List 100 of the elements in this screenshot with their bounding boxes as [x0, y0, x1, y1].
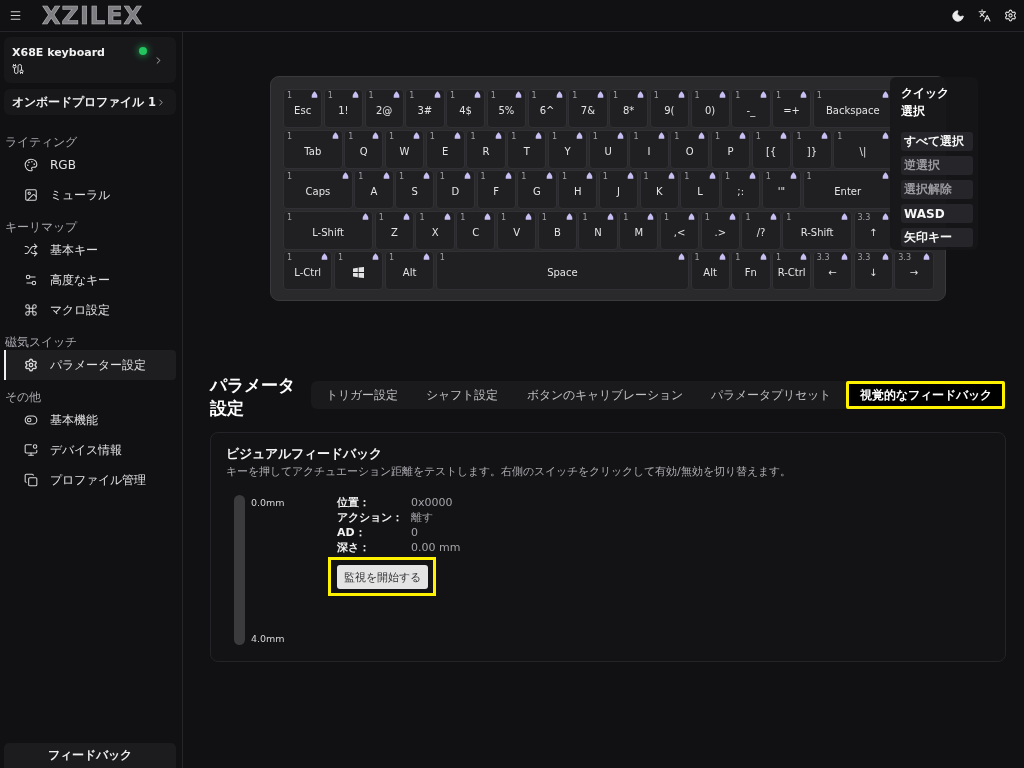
keyboard-key[interactable]: 1 F [476, 170, 516, 209]
keyboard-key[interactable]: 1 [333, 251, 384, 290]
settings-icon[interactable] [1004, 9, 1017, 22]
keyboard-key[interactable]: 1 R-Ctrl [772, 251, 812, 290]
quick-select-button[interactable]: すべて選択 [901, 132, 973, 151]
keyboard-key[interactable]: 1 Caps [283, 170, 353, 209]
keyboard-key[interactable]: 1 .> [700, 210, 740, 250]
keyboard-key[interactable]: 1 Esc [283, 89, 323, 128]
keyboard-key[interactable]: 1 H [558, 170, 598, 209]
keyboard-key[interactable]: 1 B [537, 210, 577, 250]
keyboard-key[interactable]: 1 9( [649, 89, 689, 128]
keyboard-key[interactable]: 1 6^ [527, 89, 567, 128]
keyboard-key[interactable]: 1 0) [690, 89, 730, 128]
keyboard-key[interactable]: 1 G [517, 170, 557, 209]
drop-icon [800, 91, 808, 98]
keyboard-key[interactable]: 1 ,< [659, 210, 700, 250]
keyboard-key[interactable]: 1 R [466, 129, 506, 169]
keyboard-key[interactable]: 1 N [578, 210, 618, 250]
translate-icon[interactable] [978, 9, 991, 22]
keyboard-key[interactable]: 1 Tab [283, 129, 343, 169]
keyboard-key[interactable]: 1 E [425, 129, 465, 169]
keyboard-key[interactable]: 1 L-Shift [283, 210, 374, 250]
keyboard-key[interactable]: 1 5% [486, 89, 526, 128]
keyboard-key[interactable]: 1 Y [547, 129, 588, 169]
nav-item[interactable]: パラメーター設定 [4, 350, 176, 380]
keyboard-key[interactable]: 1 Enter [802, 170, 893, 209]
keyboard-key[interactable]: 1 =+ [772, 89, 812, 128]
keyboard-key[interactable]: 1 P [710, 129, 751, 169]
keyboard-key[interactable]: 1 '" [761, 170, 802, 209]
keyboard-key[interactable]: 1 2@ [364, 89, 404, 128]
tab[interactable]: ボタンのキャリブレーション [513, 381, 696, 409]
keyboard-key[interactable]: 1 1! [323, 89, 363, 128]
nav-item[interactable]: 高度なキー [4, 265, 176, 295]
keyboard-key[interactable]: 3.3 ↑ [853, 210, 893, 250]
device-card[interactable]: X68E keyboard [4, 37, 176, 83]
moon-icon[interactable] [951, 8, 965, 23]
keyboard-key[interactable]: 1 Backspace [812, 89, 893, 128]
start-monitoring-button[interactable]: 監視を開始する [337, 565, 428, 589]
keyboard-key[interactable]: 1 3# [405, 89, 445, 128]
key-value: 1 [776, 253, 782, 263]
keyboard-key[interactable]: 1 /? [741, 210, 781, 250]
keyboard-key[interactable]: 1 V [496, 210, 537, 250]
nav-item[interactable]: 基本機能 [4, 405, 176, 435]
drop-icon [647, 212, 655, 220]
keyboard-key[interactable]: 1 8* [609, 89, 649, 128]
tab[interactable]: シャフト設定 [412, 381, 512, 409]
keyboard-key[interactable]: 1 U [588, 129, 628, 169]
keyboard-key[interactable]: 1 \| [833, 129, 893, 169]
keyboard-key[interactable]: 3.3 ↓ [853, 251, 893, 290]
nav-item[interactable]: 基本キー [4, 235, 176, 265]
tab[interactable]: パラメータプリセット [697, 381, 845, 409]
nav-item[interactable]: RGB [4, 150, 176, 180]
keyboard-key[interactable]: 1 X [415, 210, 455, 250]
keyboard-key[interactable]: 1 A [354, 170, 394, 209]
keyboard-key[interactable]: 1 C [456, 210, 496, 250]
keyboard-key[interactable]: 1 I [629, 129, 669, 169]
keyboard-key[interactable]: 1 D [435, 170, 476, 209]
quick-select-button[interactable]: 矢印キー [901, 228, 973, 247]
reading-label: アクション： [337, 510, 404, 525]
keyboard-key[interactable]: 1 Fn [731, 251, 771, 290]
keyboard-key[interactable]: 1 Space [435, 251, 689, 290]
keyboard-key[interactable]: 3.3 → [894, 251, 934, 290]
keyboard-key[interactable]: 1 4$ [446, 89, 486, 128]
nav-item[interactable]: ミューラル [4, 180, 176, 210]
key-value: 1 [480, 172, 486, 182]
keyboard-key[interactable]: 1 K [639, 170, 679, 209]
quick-select-button[interactable]: WASD [901, 204, 973, 223]
keyboard-key[interactable]: 1 Alt [690, 251, 730, 290]
drop-icon [525, 212, 533, 220]
keyboard-key[interactable]: 1 S [395, 170, 435, 209]
nav-item[interactable]: プロファイル管理 [4, 465, 176, 495]
keyboard-key[interactable]: 1 Z [374, 210, 414, 250]
profile-selector[interactable]: オンボードプロファイル 1 [4, 89, 176, 115]
keyboard-key[interactable]: 1 L-Ctrl [283, 251, 333, 290]
keyboard-key[interactable]: 1 L [680, 170, 720, 209]
tab[interactable]: トリガー設定 [312, 381, 411, 409]
keyboard-key[interactable]: 1 7& [568, 89, 608, 128]
keyboard-key[interactable]: 1 R-Shift [782, 210, 852, 250]
nav-item[interactable]: マクロ設定 [4, 295, 176, 325]
nav-item[interactable]: デバイス情報 [4, 435, 176, 465]
keyboard-key[interactable]: 1 J [598, 170, 639, 209]
keyboard-key[interactable]: 1 -_ [731, 89, 771, 128]
keyboard-key[interactable]: 1 ]} [792, 129, 832, 169]
keyboard-key[interactable]: 1 Alt [384, 251, 435, 290]
menu-icon[interactable] [9, 9, 22, 22]
tab[interactable]: 視覚的なフィードバック [846, 381, 1005, 409]
keyboard-key[interactable]: 1 [{ [751, 129, 791, 169]
keyboard-key[interactable]: 1 M [619, 210, 659, 250]
drop-icon [881, 131, 889, 139]
key-value: 1 [714, 131, 720, 142]
keyboard-key[interactable]: 1 ;: [721, 170, 761, 209]
drop-icon [555, 91, 563, 98]
keyboard-key[interactable]: 3.3 ← [812, 251, 852, 290]
keyboard-key[interactable]: 1 W [384, 129, 425, 169]
keyboard-key[interactable]: 1 T [507, 129, 547, 169]
keyboard-key[interactable]: 1 O [670, 129, 710, 169]
key-value: 1 [358, 172, 364, 182]
feedback-button[interactable]: フィードバック [4, 743, 176, 768]
keyboard-key[interactable]: 1 Q [344, 129, 384, 169]
key-value: 1 [643, 172, 649, 182]
